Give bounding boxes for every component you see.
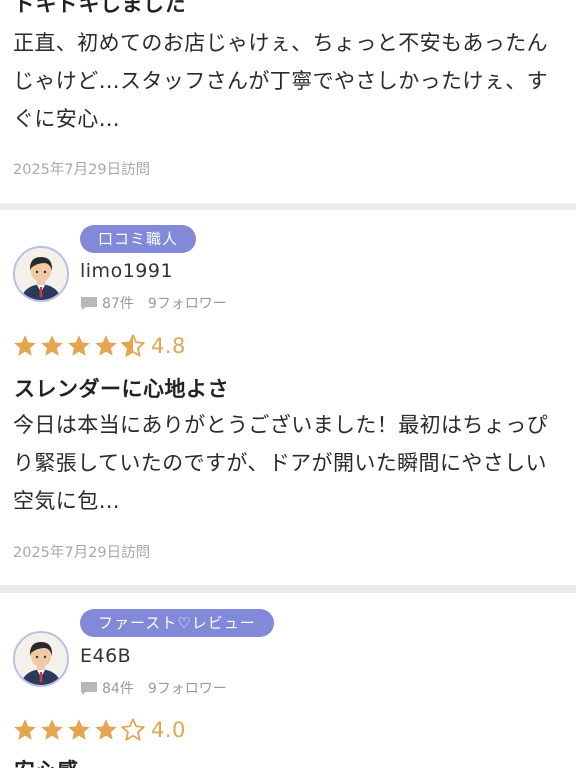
post-count: 87件: [102, 296, 134, 312]
reviewer-badge: ファースト♡レビュー: [80, 609, 274, 637]
comment-bubble-icon: [80, 681, 98, 696]
follower-count: 9フォロワー: [147, 296, 227, 312]
username[interactable]: E46B: [80, 645, 131, 667]
review-card[interactable]: ドキドキしました 正直、初めてのお店じゃけぇ、ちょっと不安もあったんじゃけど…ス…: [0, 0, 576, 203]
review-card[interactable]: ファースト♡レビュー E46B 84件 9フォロワー 4.0: [0, 593, 576, 768]
star-icon: [12, 717, 38, 743]
star-empty-icon: [120, 717, 146, 743]
user-stats: 84件 9フォロワー: [80, 678, 227, 698]
star-icon: [93, 333, 119, 359]
user-stats: 87件 9フォロワー: [80, 293, 227, 313]
review-card[interactable]: 口コミ職人 limo1991 87件 9フォロワー 4.8 スレンダーに心地よさ…: [0, 210, 576, 585]
star-rating: 4.0: [12, 717, 186, 743]
user-avatar-icon[interactable]: [13, 631, 69, 687]
post-count: 84件: [102, 681, 134, 697]
review-title: 安心感: [14, 755, 79, 768]
review-body[interactable]: 今日は本当にありがとうございました！最初はちょっぴり緊張していたのですが、ドアが…: [13, 406, 563, 520]
star-icon: [39, 717, 65, 743]
review-feed: ドキドキしました 正直、初めてのお店じゃけぇ、ちょっと不安もあったんじゃけど…ス…: [0, 0, 576, 768]
follower-count: 9フォロワー: [147, 681, 227, 697]
username[interactable]: limo1991: [80, 260, 173, 282]
user-avatar-icon[interactable]: [13, 246, 69, 302]
comment-bubble-icon: [80, 296, 98, 311]
review-title: ドキドキしました: [14, 0, 186, 16]
star-icon: [39, 333, 65, 359]
star-rating: 4.8: [12, 333, 186, 359]
review-body[interactable]: 正直、初めてのお店じゃけぇ、ちょっと不安もあったんじゃけど…スタッフさんが丁寧で…: [13, 24, 563, 138]
visit-date: 2025年7月29日訪問: [13, 162, 151, 178]
star-icon: [93, 717, 119, 743]
rating-value: 4.0: [151, 718, 186, 742]
star-half-icon: [120, 333, 146, 359]
star-icon: [66, 333, 92, 359]
review-title: スレンダーに心地よさ: [14, 377, 229, 401]
reviewer-badge: 口コミ職人: [80, 225, 197, 253]
star-icon: [66, 717, 92, 743]
rating-value: 4.8: [151, 334, 186, 358]
visit-date: 2025年7月29日訪問: [13, 545, 151, 561]
star-icon: [12, 333, 38, 359]
